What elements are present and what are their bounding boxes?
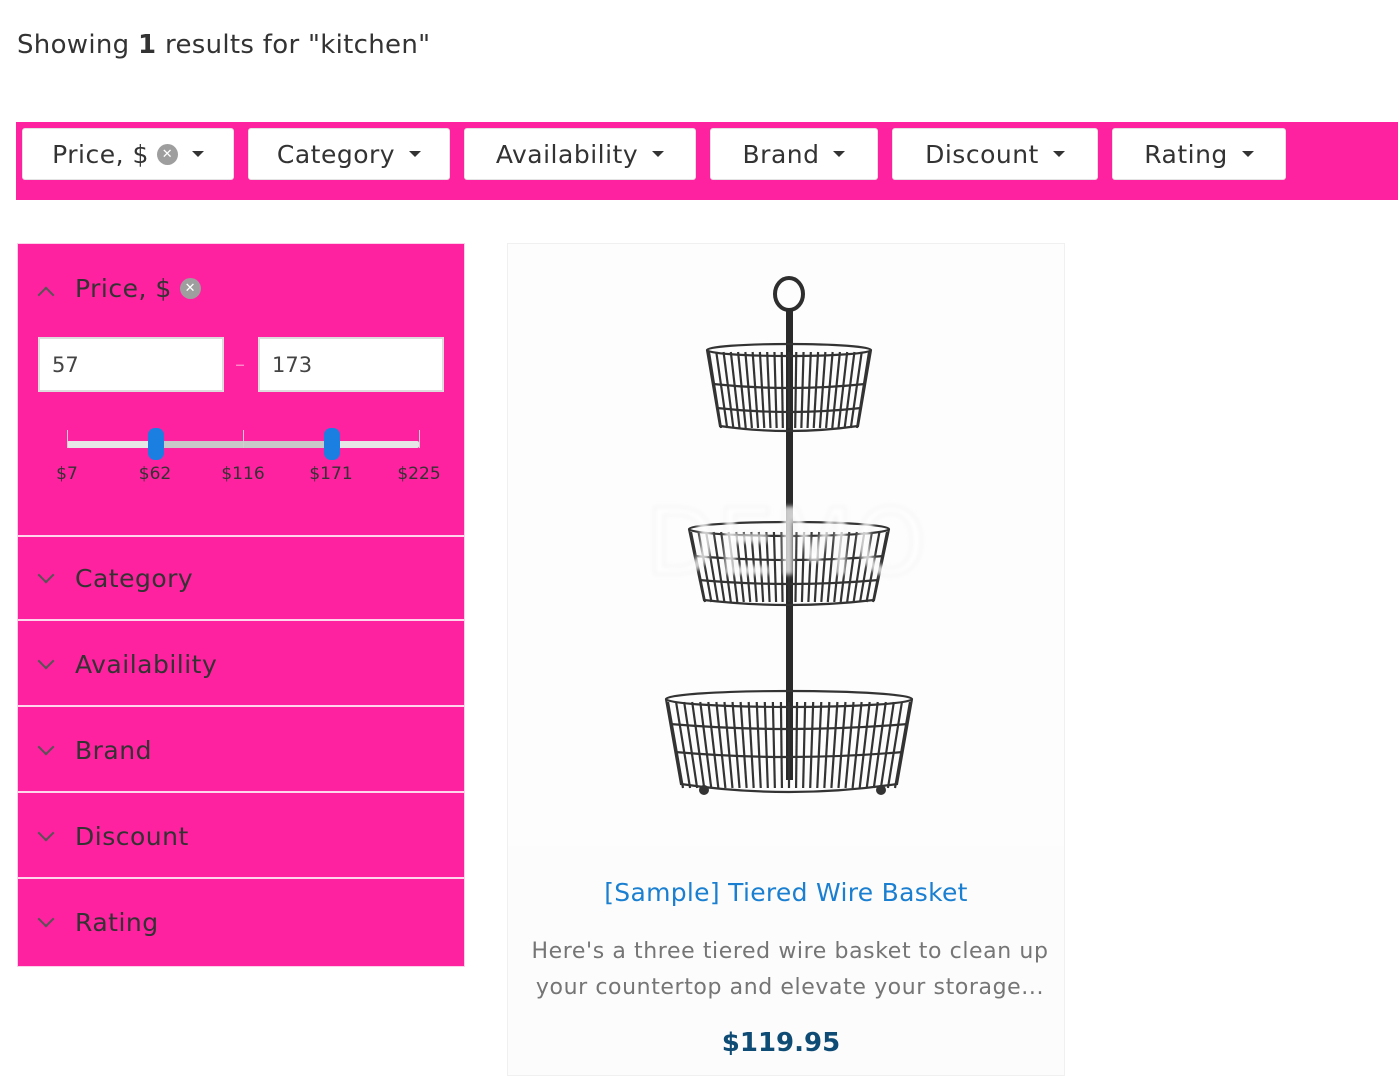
facet-discount-label: Discount xyxy=(75,822,189,851)
caret-down-icon xyxy=(833,151,846,157)
close-circle-icon[interactable]: ✕ xyxy=(179,278,201,299)
close-circle-icon[interactable]: ✕ xyxy=(156,143,178,165)
product-price: $119.95 xyxy=(721,1028,841,1058)
slider-scale-label: $62 xyxy=(138,464,172,484)
filter-chip-category[interactable]: Category xyxy=(248,128,450,180)
slider-scale-label: $116 xyxy=(221,464,265,484)
results-query: results for "kitchen" xyxy=(165,30,431,60)
slider-tick xyxy=(419,430,420,448)
price-slider-handle-max[interactable] xyxy=(323,428,340,460)
range-separator: – xyxy=(235,352,245,376)
filter-bar: Price, $ ✕ Category Availability Brand D… xyxy=(16,122,1398,200)
caret-down-icon xyxy=(191,151,204,157)
results-summary: Showing 1 results for "kitchen" xyxy=(17,30,430,60)
chevron-down-icon xyxy=(37,566,55,584)
tiered-basket-image: DEMO xyxy=(645,276,927,795)
caret-down-icon xyxy=(1052,151,1065,157)
facet-price-label: Price, $ xyxy=(75,274,172,303)
facet-category[interactable]: Category xyxy=(18,537,464,621)
product-card: DEMO [Sample] Tiered Wire Basket Here's … xyxy=(507,243,1065,1076)
filter-chip-label: Price, $ xyxy=(52,139,149,169)
caret-down-icon xyxy=(409,151,422,157)
facet-availability[interactable]: Availability xyxy=(18,623,464,707)
product-image[interactable]: DEMO xyxy=(508,244,1064,846)
price-max-input[interactable] xyxy=(258,337,444,392)
facet-category-label: Category xyxy=(75,564,194,593)
filter-chip-label: Discount xyxy=(925,139,1039,169)
filter-chip-label: Brand xyxy=(742,139,820,169)
filter-chip-label: Category xyxy=(276,139,396,169)
product-name-link[interactable]: [Sample] Tiered Wire Basket xyxy=(508,878,1064,907)
facet-price: Price, $ ✕ – $7 $62 $116 $171 $225 xyxy=(18,244,464,537)
product-description: Here's a three tiered wire basket to cle… xyxy=(531,939,1049,1000)
facet-rating-label: Rating xyxy=(75,908,159,937)
slider-tick xyxy=(243,430,244,448)
chevron-up-icon[interactable] xyxy=(37,286,55,304)
slider-scale-label: $171 xyxy=(309,464,353,484)
facet-discount[interactable]: Discount xyxy=(18,795,464,879)
filter-chip-label: Availability xyxy=(495,139,639,169)
slider-scale-label: $7 xyxy=(56,464,78,484)
filter-chip-availability[interactable]: Availability xyxy=(464,128,696,180)
slider-scale-label: $225 xyxy=(397,464,441,484)
filter-chip-discount[interactable]: Discount xyxy=(892,128,1098,180)
filter-chip-rating[interactable]: Rating xyxy=(1112,128,1286,180)
filter-chip-brand[interactable]: Brand xyxy=(710,128,878,180)
results-prefix: Showing xyxy=(17,30,130,60)
slider-tick xyxy=(67,430,68,448)
chevron-down-icon xyxy=(37,738,55,756)
filter-chip-price[interactable]: Price, $ ✕ xyxy=(22,128,234,180)
facet-price-title[interactable]: Price, $ ✕ xyxy=(75,274,201,303)
facet-rating[interactable]: Rating xyxy=(18,881,464,965)
filter-chip-label: Rating xyxy=(1144,139,1228,169)
facet-brand[interactable]: Brand xyxy=(18,709,464,793)
price-min-input[interactable] xyxy=(38,337,224,392)
price-slider-handle-min[interactable] xyxy=(147,428,164,460)
facet-availability-label: Availability xyxy=(75,650,218,679)
results-count: 1 xyxy=(138,30,157,60)
chevron-down-icon xyxy=(37,824,55,842)
caret-down-icon xyxy=(652,151,665,157)
caret-down-icon xyxy=(1241,151,1254,157)
demo-watermark: DEMO xyxy=(646,489,927,596)
facet-brand-label: Brand xyxy=(75,736,152,765)
chevron-down-icon xyxy=(37,652,55,670)
facet-sidebar: Price, $ ✕ – $7$62$116$171$225 Category … xyxy=(17,243,465,967)
chevron-down-icon xyxy=(37,910,55,928)
